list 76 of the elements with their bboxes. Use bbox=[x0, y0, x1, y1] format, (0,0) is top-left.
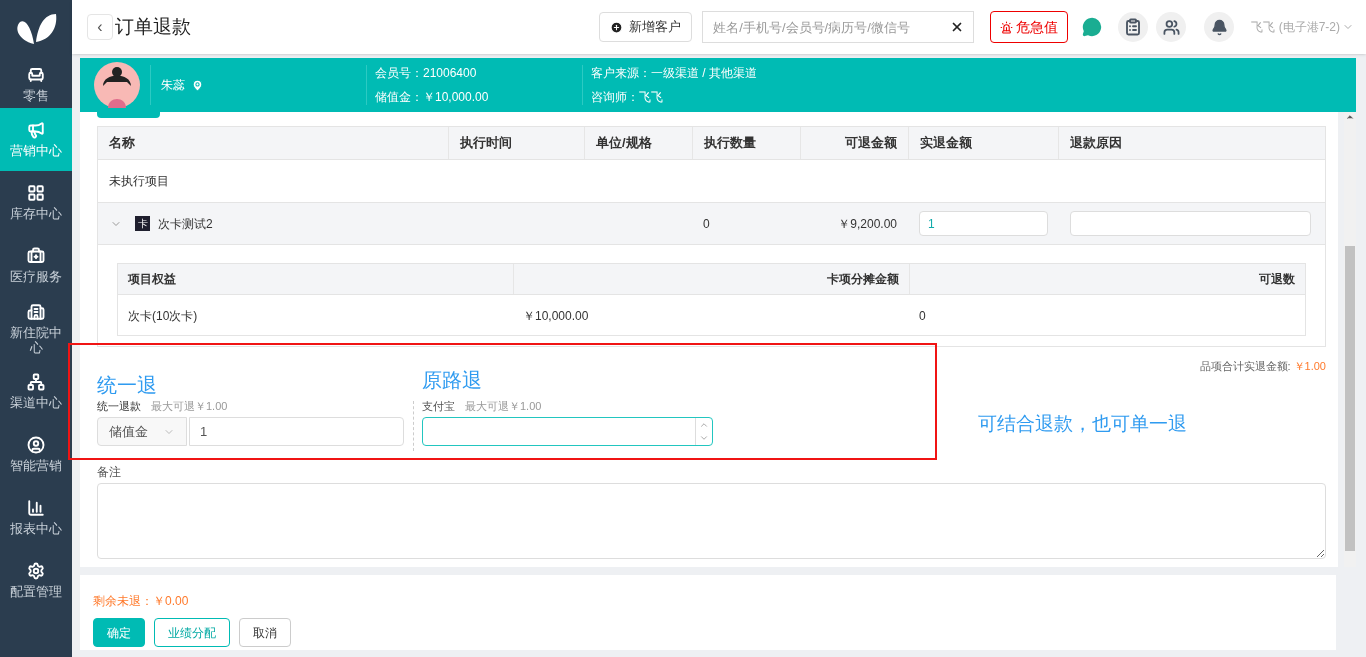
bench-icon bbox=[27, 65, 45, 84]
total-value: ￥1.00 bbox=[1293, 359, 1326, 374]
chat-icon[interactable] bbox=[1082, 17, 1103, 37]
scroll-up-icon[interactable] bbox=[1345, 112, 1355, 122]
avatar-icon bbox=[94, 62, 140, 108]
card-badge: 卡 bbox=[135, 216, 150, 231]
member-number-label: 会员号： bbox=[375, 65, 423, 82]
medical-kit-icon bbox=[27, 247, 45, 265]
grid-icon bbox=[27, 184, 45, 202]
refundable-amount: ￥9,200.00 bbox=[838, 216, 897, 231]
total-label: 品项合计实退金额: bbox=[1199, 359, 1291, 374]
consultant-label: 咨询师： bbox=[591, 89, 639, 106]
user-circle-icon bbox=[27, 436, 45, 454]
table-cell: ￥10,000.00 bbox=[523, 309, 589, 323]
column-header: 卡项分摊金额 bbox=[827, 271, 899, 288]
source-value: 一级渠道 / 其他渠道 bbox=[651, 65, 757, 82]
column-header: 项目权益 bbox=[128, 271, 176, 288]
sidebar-item[interactable]: 库存中心 bbox=[0, 171, 72, 234]
new-customer-button[interactable]: 新增客户 bbox=[599, 12, 693, 42]
scrollbar-thumb[interactable] bbox=[1345, 246, 1355, 551]
member-number: 21006400 bbox=[423, 65, 477, 82]
sidebar-item[interactable]: 智能营销 bbox=[0, 423, 72, 486]
siren-icon bbox=[1000, 20, 1014, 34]
sidebar-item[interactable]: 渠道中心 bbox=[0, 360, 72, 423]
table-cell: 次卡(10次卡) bbox=[128, 309, 198, 323]
group-label: 未执行项目 bbox=[109, 173, 169, 190]
network-icon bbox=[27, 373, 45, 391]
back-button[interactable]: ‹ bbox=[87, 14, 113, 40]
consultant-value: 飞飞 bbox=[639, 89, 663, 106]
bar-chart-icon bbox=[27, 499, 45, 517]
customer-name: 朱蕊 bbox=[161, 77, 185, 94]
max-refund-hint: 最大可退￥1.00 bbox=[465, 398, 542, 414]
column-header: 名称 bbox=[109, 134, 135, 153]
annotation-text: 原路退 bbox=[422, 367, 483, 392]
bell-icon[interactable] bbox=[1204, 12, 1235, 42]
building-icon bbox=[27, 302, 45, 321]
column-header: 单位/规格 bbox=[596, 134, 652, 153]
annotation-text: 统一退 bbox=[97, 372, 158, 397]
refund-amount-field[interactable]: 1 bbox=[189, 417, 404, 446]
payment-method-select[interactable]: 储值金 bbox=[97, 417, 187, 446]
column-header: 退款原因 bbox=[1070, 134, 1122, 153]
max-refund-hint: 最大可退￥1.00 bbox=[151, 398, 228, 414]
clipboard-icon[interactable] bbox=[1118, 12, 1149, 42]
item-name: 次卡测试2 bbox=[158, 215, 213, 233]
table-cell: 0 bbox=[919, 309, 926, 323]
location-icon[interactable] bbox=[191, 78, 204, 92]
quantity-cell: 0 bbox=[703, 216, 710, 231]
megaphone-icon bbox=[27, 121, 45, 139]
refund-reason-field[interactable] bbox=[1070, 211, 1311, 236]
plus-icon bbox=[610, 20, 624, 34]
alipay-amount-field[interactable] bbox=[422, 417, 713, 446]
alert-button[interactable]: 危急值 bbox=[990, 11, 1069, 43]
source-label: 客户来源： bbox=[591, 65, 651, 82]
sidebar-item[interactable]: 医疗服务 bbox=[0, 234, 72, 297]
field-label: 支付宝 bbox=[422, 398, 455, 414]
remark-field[interactable] bbox=[97, 482, 1326, 559]
page-title: 订单退款 bbox=[115, 14, 191, 39]
remark-label: 备注 bbox=[97, 463, 122, 481]
sidebar-item[interactable]: 报表中心 bbox=[0, 486, 72, 549]
annotation-text: 可结合退款，也可单一退 bbox=[978, 411, 1187, 436]
column-header: 可退金额 bbox=[845, 134, 897, 153]
search-field[interactable]: 姓名/手机号/会员号/病历号/微信号 bbox=[702, 11, 975, 43]
column-header: 实退金额 bbox=[920, 134, 972, 153]
balance-label: 储值金： bbox=[375, 89, 423, 106]
settings-icon bbox=[27, 562, 45, 580]
balance-value: ￥10,000.00 bbox=[423, 89, 489, 106]
users-icon[interactable] bbox=[1156, 12, 1187, 42]
column-header: 可退数 bbox=[1259, 271, 1295, 288]
column-header: 执行时间 bbox=[460, 134, 512, 153]
action-button[interactable]: 取消 bbox=[239, 618, 291, 647]
column-header: 执行数量 bbox=[704, 134, 756, 153]
sidebar-item[interactable]: 新住院中心 bbox=[0, 297, 72, 360]
sidebar-item[interactable]: 配置管理 bbox=[0, 549, 72, 612]
field-label: 统一退款 bbox=[97, 398, 141, 414]
sidebar-item[interactable]: 零售 bbox=[0, 60, 72, 108]
remaining-amount: 剩余未退：￥0.00 bbox=[93, 593, 190, 610]
